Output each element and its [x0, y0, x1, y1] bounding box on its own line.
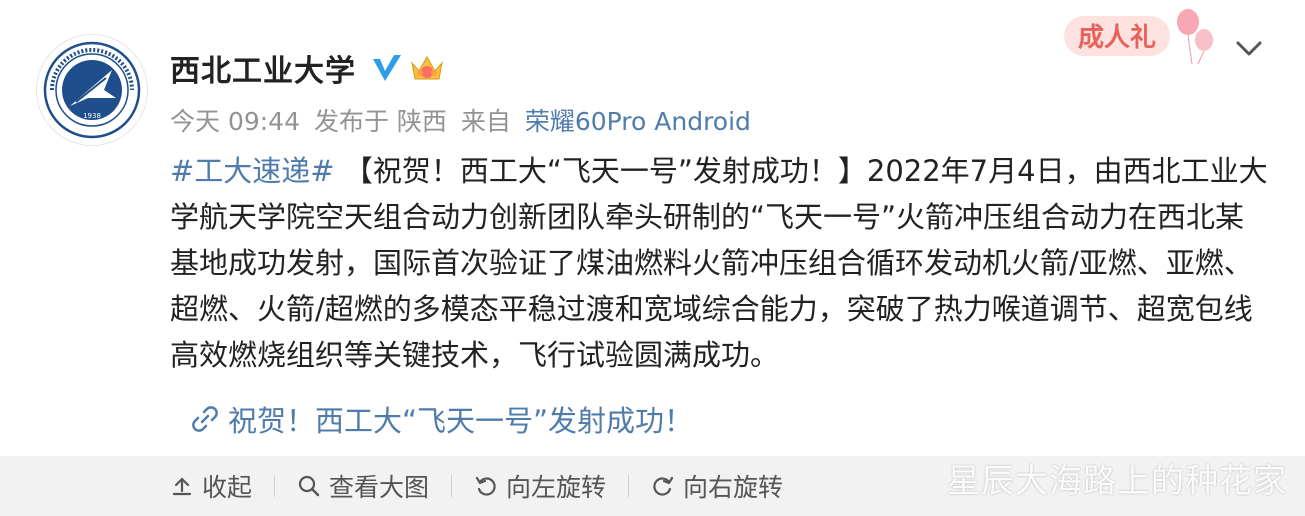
magnifier-icon	[298, 475, 320, 497]
rotate-right-label: 向右旋转	[683, 473, 784, 502]
university-seal-icon: 1938	[43, 41, 141, 139]
article-link-label: 祝贺！西工大“飞天一号”发射成功！	[228, 404, 694, 438]
collapse-label: 收起	[202, 473, 253, 502]
post-meta: 今天 09:44 发布于 陕西 来自 荣耀60Pro Android	[170, 102, 757, 138]
balloon-icon	[1177, 9, 1213, 65]
post-time[interactable]: 今天 09:44	[170, 107, 300, 136]
topic-tag[interactable]: #工大速递#	[170, 154, 335, 188]
view-large-button[interactable]: 查看大图	[297, 468, 429, 504]
watermark-text: 星辰大海路上的种花家	[947, 461, 1287, 500]
account-name[interactable]: 西北工业大学	[170, 46, 356, 90]
celebration-badge[interactable]: 成人礼	[1058, 6, 1228, 66]
avatar-year: 1938	[83, 112, 101, 120]
toolbar-divider	[451, 475, 453, 497]
verified-v-icon	[373, 55, 401, 81]
rotate-right-button[interactable]: 向右旋转	[651, 468, 783, 504]
view-large-label: 查看大图	[329, 473, 430, 502]
post-text: 【祝贺！西工大“飞天一号”发射成功！】2022年7月4日，由西北工业大学航天学院…	[170, 154, 1268, 372]
collapse-button[interactable]: 收起	[170, 468, 252, 504]
upload-arrow-icon	[172, 477, 192, 496]
rotate-left-icon	[475, 476, 496, 496]
via-label: 来自	[460, 107, 511, 136]
post-body: #工大速递# 【祝贺！西工大“飞天一号”发射成功！】2022年7月4日，由西北工…	[170, 148, 1270, 378]
rotate-left-label: 向左旋转	[506, 473, 607, 502]
toolbar-divider	[274, 475, 276, 497]
rotate-left-button[interactable]: 向左旋转	[474, 468, 606, 504]
crown-badge-icon[interactable]	[408, 51, 446, 85]
rotate-right-icon	[653, 476, 674, 496]
avatar[interactable]: 1938	[36, 34, 148, 146]
post-header: 西北工业大学	[170, 46, 446, 90]
chevron-down-icon[interactable]	[1232, 34, 1266, 62]
article-link[interactable]: 祝贺！西工大“飞天一号”发射成功！	[190, 398, 693, 440]
badge-label: 成人礼	[1078, 22, 1156, 53]
post-location: 发布于 陕西	[313, 107, 447, 136]
device-source[interactable]: 荣耀60Pro Android	[525, 107, 751, 136]
toolbar-divider	[628, 475, 630, 497]
link-icon	[192, 406, 218, 432]
